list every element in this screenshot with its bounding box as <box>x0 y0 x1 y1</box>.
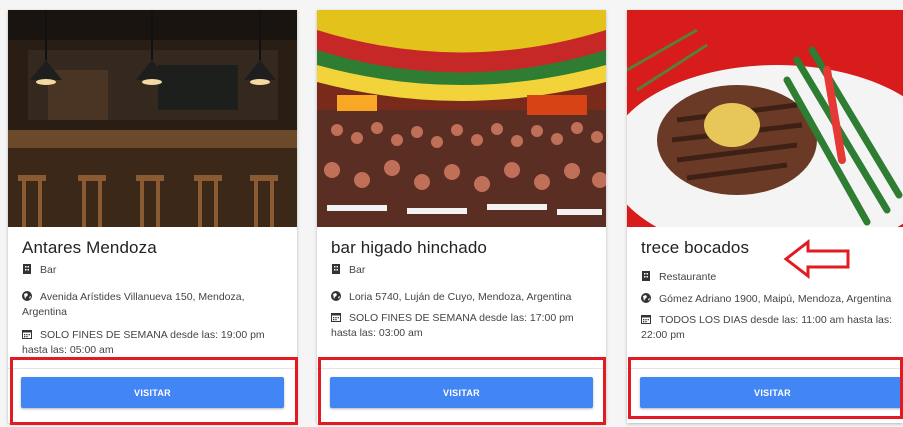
place-category: Bar <box>22 263 287 278</box>
arrow-annotation-icon <box>783 238 850 280</box>
place-photo <box>627 10 903 227</box>
place-category-label: Bar <box>40 264 57 276</box>
place-address-line1: Avenida Arístides Villanueva 150, Mendoz… <box>40 291 245 303</box>
place-schedule-line1: TODOS LOS DIAS desde las: 11:00 am hasta… <box>659 314 893 326</box>
place-name: bar higado hinchado <box>331 238 487 257</box>
place-address-line2: Argentina <box>22 306 67 318</box>
place-address: Avenida Arístides Villanueva 150, Mendoz… <box>22 290 287 320</box>
calendar-icon <box>22 330 32 339</box>
calendar-icon <box>331 313 341 322</box>
place-schedule-line2: hasta las: 03:00 am <box>331 327 423 339</box>
place-category-label: Restaurante <box>659 271 717 283</box>
place-schedule-line1: SOLO FINES DE SEMANA desde las: 17:00 pm <box>349 312 574 324</box>
place-photo <box>8 10 297 227</box>
place-schedule: SOLO FINES DE SEMANA desde las: 19:00 pm… <box>22 328 287 358</box>
place-address: Loria 5740, Luján de Cuyo, Mendoza, Arge… <box>331 290 596 305</box>
globe-icon <box>22 291 32 301</box>
place-name: trece bocados <box>641 238 750 257</box>
calendar-icon <box>641 315 651 324</box>
place-schedule: SOLO FINES DE SEMANA desde las: 17:00 pm… <box>331 311 596 341</box>
place-address-line1: Loria 5740, Luján de Cuyo, Mendoza, Arge… <box>349 291 572 303</box>
highlight-box <box>318 357 606 425</box>
place-category-label: Bar <box>349 264 366 276</box>
place-schedule-line2: hasta las: 05:00 am <box>22 344 114 356</box>
place-name: Antares Mendoza <box>22 238 157 257</box>
highlight-box <box>10 357 298 425</box>
globe-icon <box>331 291 341 301</box>
place-schedule-line1: SOLO FINES DE SEMANA desde las: 19:00 pm <box>40 329 265 341</box>
place-schedule: TODOS LOS DIAS desde las: 11:00 am hasta… <box>641 313 893 343</box>
place-category: Bar <box>331 263 596 278</box>
building-icon <box>642 271 650 281</box>
building-icon <box>23 264 31 274</box>
place-address-line1: Gómez Adriano 1900, Maipú, Mendoza, Arge… <box>659 293 892 305</box>
place-category: Restaurante <box>641 270 893 285</box>
globe-icon <box>641 293 651 303</box>
place-photo <box>317 10 606 227</box>
highlight-box <box>628 357 903 419</box>
building-icon <box>332 264 340 274</box>
place-address: Gómez Adriano 1900, Maipú, Mendoza, Arge… <box>641 292 893 307</box>
place-schedule-line2: 22:00 pm <box>641 329 685 341</box>
